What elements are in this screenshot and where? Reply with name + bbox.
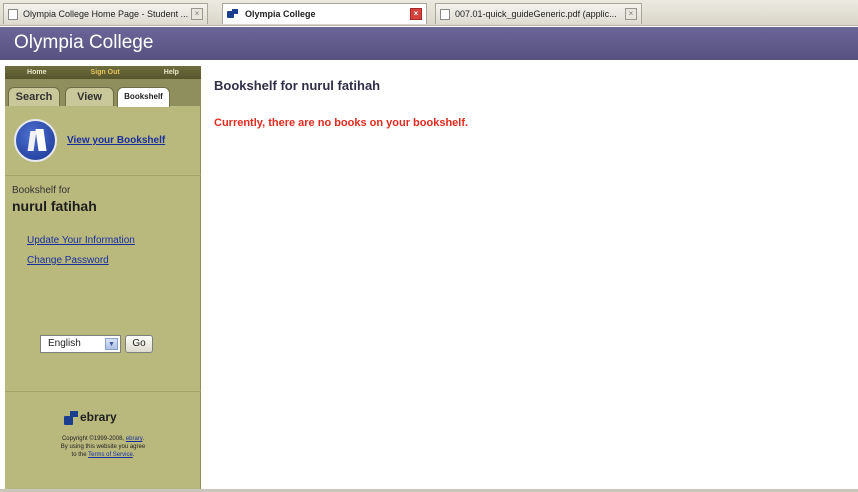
terms-period: . [132,452,135,458]
site-title: Olympia College [14,32,154,53]
sign-out-link[interactable]: Sign Out [91,69,120,76]
browser-tab-title: Olympia College [245,9,316,19]
close-icon[interactable]: × [625,8,637,20]
browser-tab-title: Olympia College Home Page - Student ... [23,9,189,19]
ebrary-favicon-icon [227,9,239,19]
go-button[interactable]: Go [125,335,153,353]
browser-tab-title: 007.01-quick_guideGeneric.pdf (applic... [455,9,617,19]
home-link[interactable]: Home [27,69,46,76]
terms-of-service-link[interactable]: Terms of Service [88,452,133,458]
bookshelf-for-label: Bookshelf for [12,185,71,196]
ebrary-logo-text: ebrary [80,410,117,424]
bookshelf-icon[interactable] [14,119,57,162]
help-link[interactable]: Help [164,69,179,76]
browser-tab-bar: Olympia College Home Page - Student ... … [0,0,858,26]
language-select-value: English [48,338,81,349]
close-icon[interactable]: × [410,8,422,20]
terms-line: to the Terms of Service. [5,452,201,458]
copyright-line: Copyright ©1999-2008, ebrary. [5,436,201,442]
view-bookshelf-section: View your Bookshelf [5,106,201,176]
language-select[interactable]: English ▼ [40,335,121,353]
empty-bookshelf-message: Currently, there are no books on your bo… [214,117,469,129]
terms-prefix: to the [71,452,87,458]
site-header: Olympia College [0,27,858,60]
page-title: Bookshelf for nurul fatihah [214,78,381,93]
agree-line: By using this website you agree [60,444,146,450]
browser-tab-pdf[interactable]: 007.01-quick_guideGeneric.pdf (applic...… [435,3,642,24]
page-icon [8,8,18,20]
tab-search[interactable]: Search [8,87,60,106]
sidebar-tabs: Search View Bookshelf [5,79,201,107]
tab-view[interactable]: View [65,87,114,106]
sidebar-footer: ebrary Copyright ©1999-2008, ebrary. By … [5,391,201,489]
ebrary-link[interactable]: ebrary [126,436,143,442]
language-row: English ▼ Go [40,335,153,353]
tab-bookshelf[interactable]: Bookshelf [117,87,170,107]
main-content: Bookshelf for nurul fatihah Currently, t… [202,66,855,489]
update-information-link[interactable]: Update Your Information [27,235,135,246]
change-password-link[interactable]: Change Password [27,255,109,266]
chevron-down-icon[interactable]: ▼ [105,338,118,350]
page-icon [440,8,450,20]
browser-tab-olympia-college[interactable]: Olympia College × [222,3,427,24]
view-bookshelf-link[interactable]: View your Bookshelf [67,135,165,146]
browser-tab-home-page[interactable]: Olympia College Home Page - Student ... … [3,3,208,24]
copyright-text: Copyright ©1999-2008, [61,436,125,442]
top-nav: Home Sign Out Help [5,66,201,79]
copyright-period: . [142,436,145,442]
user-name: nurul fatihah [12,198,97,214]
sidebar: Home Sign Out Help Search View Bookshelf… [5,66,201,489]
ebrary-logo: ebrary [64,410,154,426]
ebrary-logo-icon [64,411,79,425]
close-icon[interactable]: × [191,8,203,20]
